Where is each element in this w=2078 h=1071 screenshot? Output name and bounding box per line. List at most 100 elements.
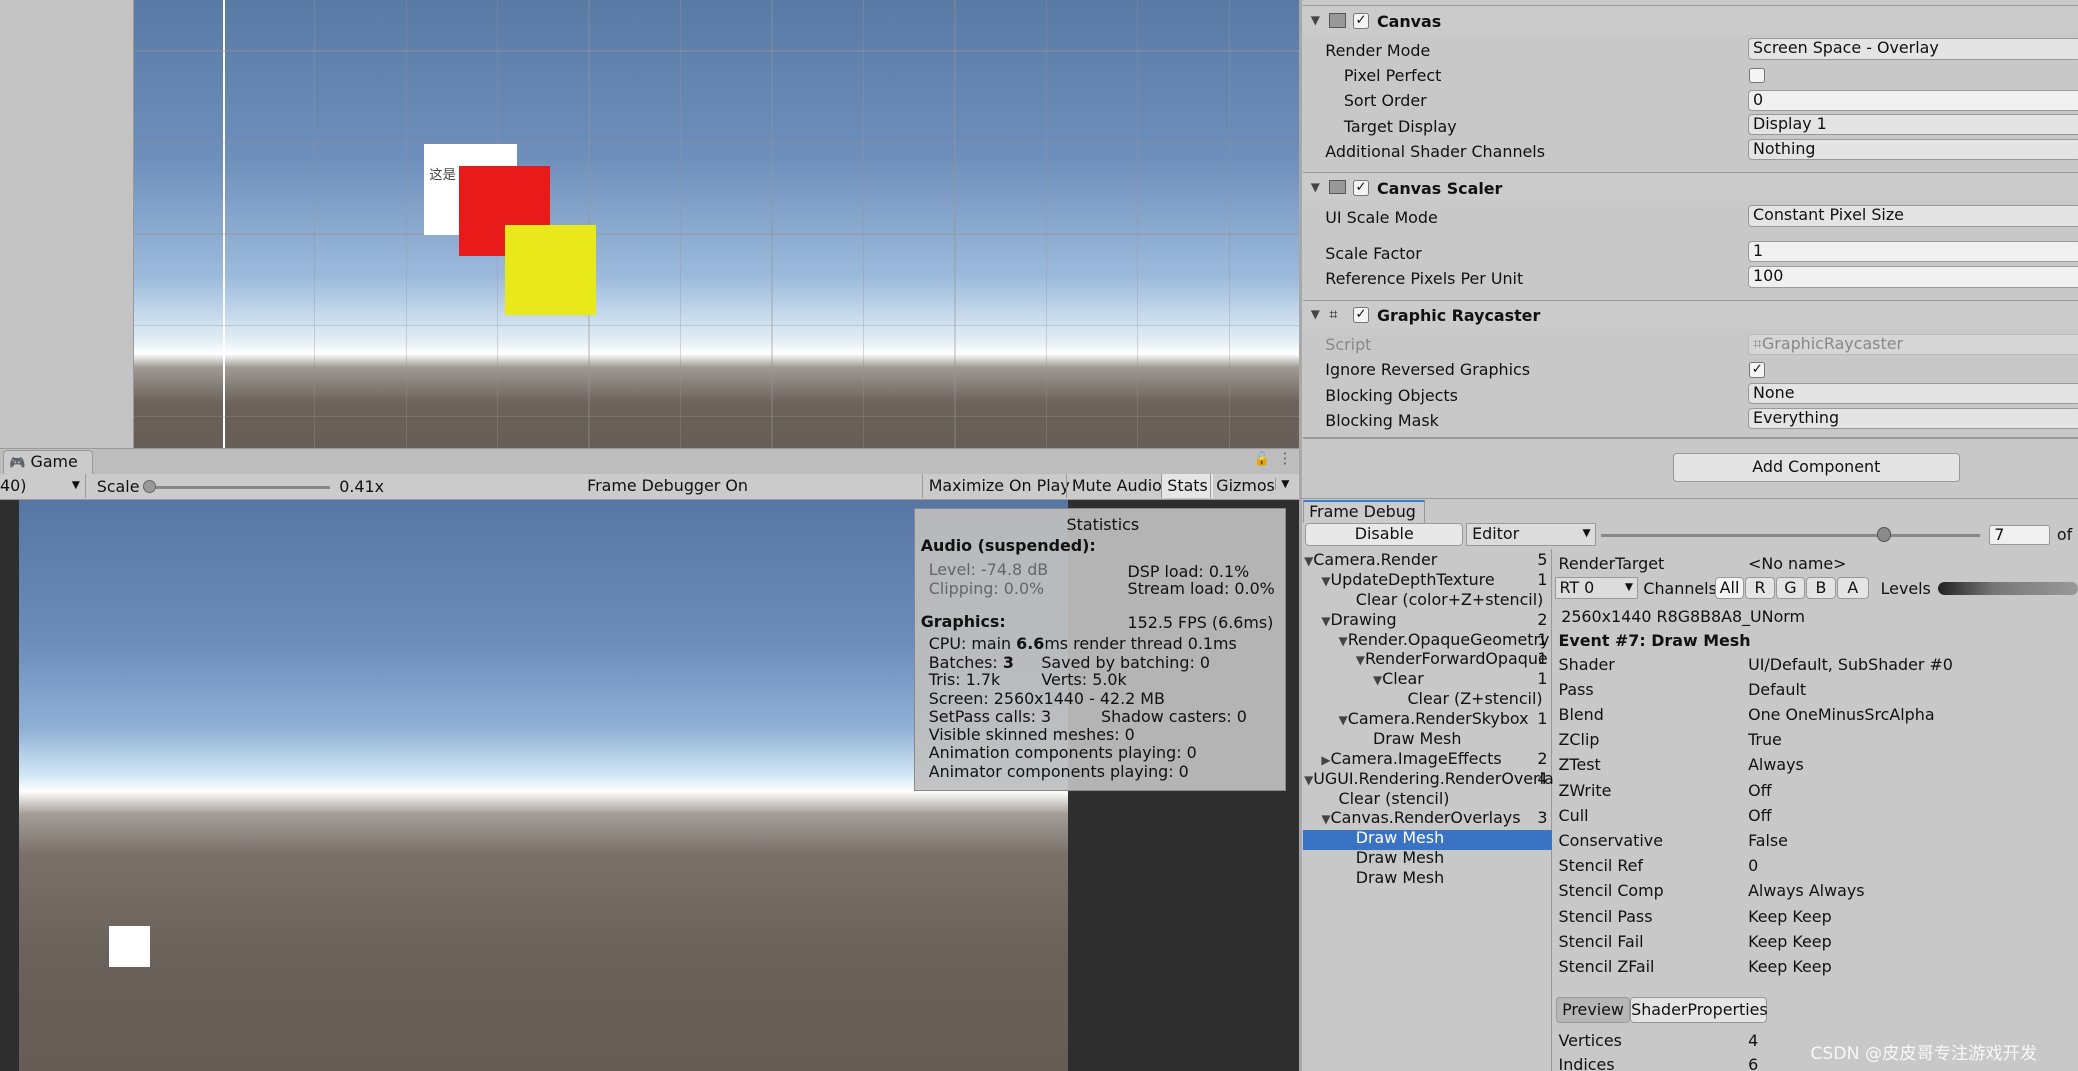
tab-game-label: Game	[31, 452, 78, 471]
tree-item-label: UGUI.Rendering.RenderOverla	[1313, 769, 1553, 788]
display-dropdown[interactable]: 40) ▼	[0, 474, 86, 498]
render-target-label: RenderTarget	[1559, 554, 1665, 573]
event-slider-track[interactable]	[1601, 534, 1980, 537]
tree-item-label: Canvas.RenderOverlays	[1330, 808, 1520, 827]
foldout-expanded-icon[interactable]: ▼	[1304, 771, 1313, 791]
tree-item[interactable]: ▼ Camera.Render	[1304, 550, 1437, 570]
tree-item[interactable]: ▶ Camera.ImageEffects	[1321, 749, 1501, 769]
channel-all-button[interactable]: All	[1715, 577, 1744, 600]
pixel-perfect-checkbox[interactable]	[1749, 68, 1765, 84]
vertices-label: Vertices	[1559, 1031, 1622, 1050]
tree-item-count: 1	[1537, 570, 1547, 589]
saved-by-batching: Saved by batching: 0	[1041, 653, 1210, 672]
property-key: Shader	[1559, 655, 1615, 674]
property-key: Pass	[1559, 680, 1594, 699]
tree-item[interactable]: ▼ Drawing	[1321, 610, 1396, 630]
event-index-field[interactable]: 7	[1989, 525, 2050, 545]
tree-item[interactable]: ▼ UGUI.Rendering.RenderOverla	[1304, 769, 1554, 789]
levels-slider[interactable]	[1938, 582, 2078, 595]
sort-order-field[interactable]: 0	[1748, 90, 2078, 111]
tree-item[interactable]: ▼ UpdateDepthTexture	[1321, 570, 1494, 590]
foldout-arrow-icon[interactable]: ▼	[1311, 13, 1320, 27]
verts: Verts: 5.0k	[1041, 670, 1126, 689]
tree-item[interactable]: ▼ Render.OpaqueGeometry	[1339, 630, 1550, 650]
editor-dropdown[interactable]: Editor ▼	[1466, 523, 1596, 546]
scale-slider-handle[interactable]	[143, 480, 156, 493]
raycaster-header[interactable]: ▼ ⌗ ✓ Graphic Raycaster	[1303, 300, 2078, 329]
tree-item[interactable]: ▼ Clear	[1373, 669, 1424, 689]
foldout-expanded-icon[interactable]: ▼	[1356, 651, 1365, 671]
tree-item[interactable]: Draw Mesh	[1356, 729, 1462, 749]
vertices-value: 4	[1748, 1031, 1758, 1050]
gizmos-dropdown-icon[interactable]: ▼	[1275, 478, 1289, 490]
tree-item[interactable]: Clear (color+Z+stencil)	[1339, 590, 1544, 610]
frame-debug-tab[interactable]: Frame Debug	[1303, 500, 1425, 524]
foldout-expanded-icon[interactable]: ▼	[1339, 632, 1348, 652]
ui-scale-mode-dropdown[interactable]: Constant Pixel Size	[1748, 205, 2078, 226]
event-slider-handle[interactable]	[1877, 527, 1892, 542]
foldout-expanded-icon[interactable]: ▼	[1373, 671, 1382, 691]
foldout-expanded-icon[interactable]: ▼	[1339, 711, 1348, 731]
blocking-objects-dropdown[interactable]: None	[1748, 383, 2078, 404]
maximize-on-play-button[interactable]: Maximize On Play	[922, 474, 1075, 498]
canvas-enabled-checkbox[interactable]: ✓	[1353, 13, 1369, 29]
chevron-down-icon: ▼	[1625, 578, 1633, 598]
tree-item[interactable]: Draw Mesh	[1339, 868, 1445, 888]
disable-button[interactable]: Disable	[1305, 523, 1463, 546]
rt-dropdown[interactable]: RT 0 ▼	[1555, 577, 1638, 600]
shadow-casters: Shadow casters: 0	[1101, 707, 1247, 726]
property-key: Cull	[1559, 806, 1589, 825]
tree-item[interactable]: ▼ Camera.RenderSkybox	[1339, 709, 1529, 729]
scene-view[interactable]: 这是	[134, 0, 1299, 448]
canvas-scaler-header[interactable]: ▼ ✓ Canvas Scaler	[1303, 172, 2078, 201]
sort-order-label: Sort Order	[1344, 91, 1427, 110]
tree-item[interactable]: Clear (Z+stencil)	[1390, 689, 1542, 709]
tree-item-label: Clear (stencil)	[1339, 789, 1450, 808]
stats-button[interactable]: Stats	[1161, 474, 1213, 498]
canvas-scaler-enabled-checkbox[interactable]: ✓	[1353, 180, 1369, 196]
foldout-arrow-icon[interactable]: ▼	[1311, 180, 1320, 194]
display-dropdown-label: 40)	[0, 476, 26, 495]
tree-item[interactable]: ▼ Canvas.RenderOverlays	[1321, 808, 1520, 828]
tree-item[interactable]: Clear (stencil)	[1321, 789, 1449, 809]
texture-format: 2560x1440 R8G8B8A8_UNorm	[1561, 607, 1805, 626]
lock-icon[interactable]: 🔓	[1254, 452, 1271, 467]
blocking-objects-label: Blocking Objects	[1325, 386, 1458, 405]
tree-item-label: Clear (color+Z+stencil)	[1356, 590, 1544, 609]
raycaster-enabled-checkbox[interactable]: ✓	[1353, 307, 1369, 323]
ref-ppu-field[interactable]: 100	[1748, 266, 2078, 287]
tris: Tris: 1.7k	[929, 670, 1000, 689]
render-mode-dropdown[interactable]: Screen Space - Overlay	[1748, 38, 2078, 59]
blocking-mask-dropdown[interactable]: Everything	[1748, 408, 2078, 429]
tree-item[interactable]: ▼ RenderForwardOpaque	[1356, 649, 1548, 669]
scale-slider-track[interactable]	[148, 486, 330, 489]
mute-audio-button[interactable]: Mute Audio	[1066, 474, 1168, 498]
tab-preview[interactable]: Preview	[1556, 997, 1630, 1024]
channel-r-button[interactable]: R	[1745, 577, 1774, 600]
foldout-expanded-icon[interactable]: ▼	[1304, 552, 1313, 572]
foldout-arrow-icon[interactable]: ▼	[1311, 307, 1320, 321]
event-title: Event #7: Draw Mesh	[1559, 631, 1751, 650]
ignore-reversed-checkbox[interactable]: ✓	[1749, 362, 1765, 378]
channel-b-button[interactable]: B	[1806, 577, 1835, 600]
game-view[interactable]	[19, 500, 1069, 1071]
tab-shader-properties[interactable]: ShaderProperties	[1630, 997, 1767, 1024]
tree-item-count: 2	[1537, 610, 1547, 629]
tree-item[interactable]: Draw Mesh	[1339, 828, 1445, 848]
target-display-dropdown[interactable]: Display 1	[1748, 114, 2078, 135]
shader-channels-dropdown[interactable]: Nothing	[1748, 139, 2078, 160]
canvas-component-header[interactable]: ▼ ✓ Canvas	[1303, 5, 2078, 34]
kebab-menu-icon[interactable]: ⋮	[1278, 450, 1293, 467]
tree-item[interactable]: Draw Mesh	[1339, 848, 1445, 868]
inspector-divider	[1303, 437, 2078, 438]
channel-a-button[interactable]: A	[1837, 577, 1869, 600]
gizmos-button[interactable]: Gizmos	[1210, 474, 1280, 498]
channel-g-button[interactable]: G	[1776, 577, 1805, 600]
scale-factor-field[interactable]: 1	[1748, 241, 2078, 262]
property-key: ZClip	[1559, 730, 1600, 749]
tab-game[interactable]: 🎮 Game	[3, 450, 93, 475]
tree-item-label: Clear (Z+stencil)	[1407, 689, 1542, 708]
scene-yellow-image[interactable]	[505, 225, 596, 315]
add-component-button[interactable]: Add Component	[1673, 453, 1961, 482]
tree-item-count: 5	[1537, 550, 1547, 569]
